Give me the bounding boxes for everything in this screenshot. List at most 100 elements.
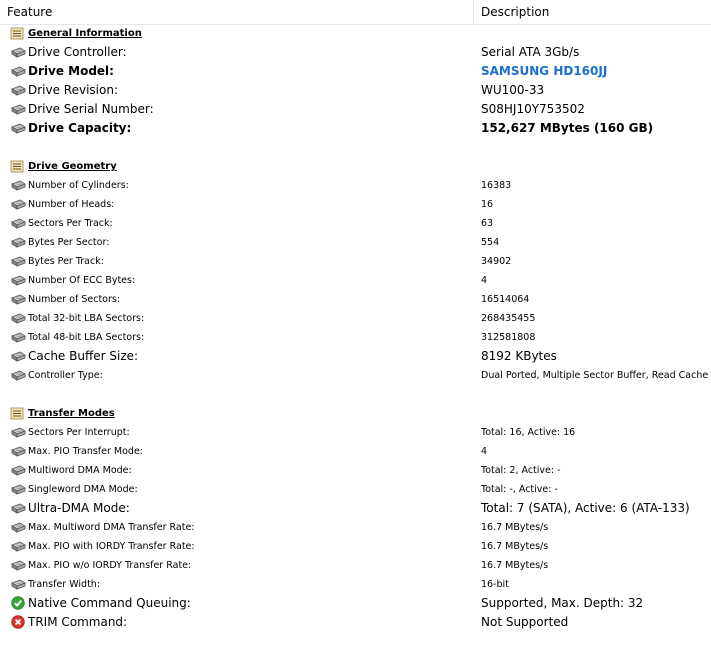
table-header: Feature Description (0, 0, 711, 25)
property-value: 554 (481, 237, 500, 248)
property-row[interactable]: Transfer Width: 16-bit (0, 575, 711, 594)
hard-drive-icon (10, 293, 26, 306)
property-name: Bytes Per Sector: (28, 237, 110, 248)
property-value: 16.7 MBytes/s (481, 522, 549, 533)
property-name: TRIM Command: (28, 615, 128, 629)
property-row[interactable]: Multiword DMA Mode: Total: 2, Active: - (0, 461, 711, 480)
property-row[interactable]: Max. PIO w/o IORDY Transfer Rate: 16.7 MB… (0, 556, 711, 575)
section-title: Drive Geometry (28, 161, 117, 172)
property-row[interactable]: Total 48-bit LBA Sectors: 312581808 (0, 328, 711, 347)
property-row[interactable]: Bytes Per Track: 34902 (0, 252, 711, 271)
property-row[interactable]: Drive Revision: WU100-33 (0, 81, 711, 100)
property-row[interactable]: Drive Capacity: 152,627 MBytes (160 GB) (0, 119, 711, 138)
property-name: Cache Buffer Size: (28, 349, 139, 363)
property-value: 16 (481, 199, 494, 210)
property-row[interactable]: Number Of ECC Bytes: 4 (0, 271, 711, 290)
property-value: Dual Ported, Multiple Sector Buffer, Rea… (481, 370, 709, 381)
property-name: Number of Sectors: (28, 294, 121, 305)
property-name: Ultra-DMA Mode: (28, 501, 130, 515)
property-name: Drive Controller: (28, 45, 127, 59)
property-row[interactable]: Number of Cylinders: 16383 (0, 176, 711, 195)
property-value: Total: 2, Active: - (481, 465, 561, 476)
property-row[interactable]: Drive Serial Number: S08HJ10Y753502 (0, 100, 711, 119)
property-list: General Information Drive Controller: Seri… (0, 24, 711, 632)
property-row[interactable]: Max. PIO Transfer Mode: 4 (0, 442, 711, 461)
property-name: Max. Multiword DMA Transfer Rate: (28, 522, 195, 533)
property-name: Drive Serial Number: (28, 102, 154, 116)
property-value: 312581808 (481, 332, 536, 343)
property-row[interactable]: Controller Type: Dual Ported, Multiple Se… (0, 366, 711, 385)
property-name: Number of Cylinders: (28, 180, 129, 191)
property-value: 268435455 (481, 313, 536, 324)
hard-drive-icon (10, 122, 26, 135)
property-name: Singleword DMA Mode: (28, 484, 138, 495)
property-row[interactable]: TRIM Command: Not Supported (0, 613, 711, 632)
section-header[interactable]: General Information (0, 24, 711, 43)
property-value: Total: 7 (SATA), Active: 6 (ATA-133) (481, 501, 690, 515)
property-name: Max. PIO w/o IORDY Transfer Rate: (28, 560, 192, 571)
property-row[interactable]: Sectors Per Track: 63 (0, 214, 711, 233)
hard-drive-icon (10, 274, 26, 287)
property-row[interactable]: Singleword DMA Mode: Total: -, Active: - (0, 480, 711, 499)
property-value: WU100-33 (481, 83, 545, 97)
check-circle-icon (11, 596, 27, 610)
property-name: Native Command Queuing: (28, 596, 191, 610)
hard-drive-icon (10, 179, 26, 192)
property-value: 16383 (481, 180, 512, 191)
property-value: 16.7 MBytes/s (481, 560, 549, 571)
property-name: Drive Revision: (28, 83, 118, 97)
hard-drive-icon (10, 255, 26, 268)
feature-column-header[interactable]: Feature (0, 0, 474, 24)
property-row[interactable]: Drive Model: SAMSUNG HD160JJ (0, 62, 711, 81)
property-name: Total 48-bit LBA Sectors: (28, 332, 145, 343)
section-list-icon (10, 160, 26, 173)
property-row[interactable]: Cache Buffer Size: 8192 KBytes (0, 347, 711, 366)
property-value: Not Supported (481, 615, 569, 629)
property-name: Number of Heads: (28, 199, 115, 210)
section-list-icon (10, 407, 26, 420)
section-title: Transfer Modes (28, 408, 115, 419)
hard-drive-icon (10, 84, 26, 97)
property-name: Sectors Per Track: (28, 218, 113, 229)
section-header[interactable]: Transfer Modes (0, 404, 711, 423)
property-row[interactable]: Number of Heads: 16 (0, 195, 711, 214)
property-name: Transfer Width: (28, 579, 101, 590)
hard-drive-icon (10, 217, 26, 230)
property-row[interactable]: Ultra-DMA Mode: Total: 7 (SATA), Active: … (0, 499, 711, 518)
property-name: Sectors Per Interrupt: (28, 427, 130, 438)
hard-drive-icon (10, 521, 26, 534)
property-row[interactable]: Max. PIO with IORDY Transfer Rate: 16.7 M… (0, 537, 711, 556)
hard-drive-icon (10, 502, 26, 515)
property-row[interactable]: Drive Controller: Serial ATA 3Gb/s (0, 43, 711, 62)
hard-drive-icon (10, 103, 26, 116)
hard-drive-icon (10, 578, 26, 591)
property-value: 16.7 MBytes/s (481, 541, 549, 552)
property-value: 16514064 (481, 294, 530, 305)
property-name: Bytes Per Track: (28, 256, 104, 267)
property-row[interactable]: Sectors Per Interrupt: Total: 16, Active:… (0, 423, 711, 442)
property-name: Multiword DMA Mode: (28, 465, 132, 476)
hard-drive-icon (10, 331, 26, 344)
hard-drive-icon (10, 350, 26, 363)
description-column-header[interactable]: Description (475, 0, 711, 24)
property-row[interactable]: Total 32-bit LBA Sectors: 268435455 (0, 309, 711, 328)
hard-drive-icon (10, 236, 26, 249)
hard-drive-icon (10, 46, 26, 59)
property-row[interactable]: Max. Multiword DMA Transfer Rate: 16.7 MB… (0, 518, 711, 537)
property-row[interactable]: Bytes Per Sector: 554 (0, 233, 711, 252)
property-name: Number Of ECC Bytes: (28, 275, 136, 286)
property-value: SAMSUNG HD160JJ (481, 64, 608, 78)
hard-drive-icon (10, 312, 26, 325)
section-header[interactable]: Drive Geometry (0, 157, 711, 176)
property-name: Drive Capacity: (28, 121, 132, 135)
hard-drive-icon (10, 540, 26, 553)
property-row[interactable]: Number of Sectors: 16514064 (0, 290, 711, 309)
property-value: Supported, Max. Depth: 32 (481, 596, 644, 610)
property-name: Max. PIO with IORDY Transfer Rate: (28, 541, 195, 552)
property-row[interactable]: Native Command Queuing: Supported, Max. D… (0, 594, 711, 613)
property-value: Total: -, Active: - (481, 484, 558, 495)
property-value: 152,627 MBytes (160 GB) (481, 121, 654, 135)
property-name: Max. PIO Transfer Mode: (28, 446, 144, 457)
